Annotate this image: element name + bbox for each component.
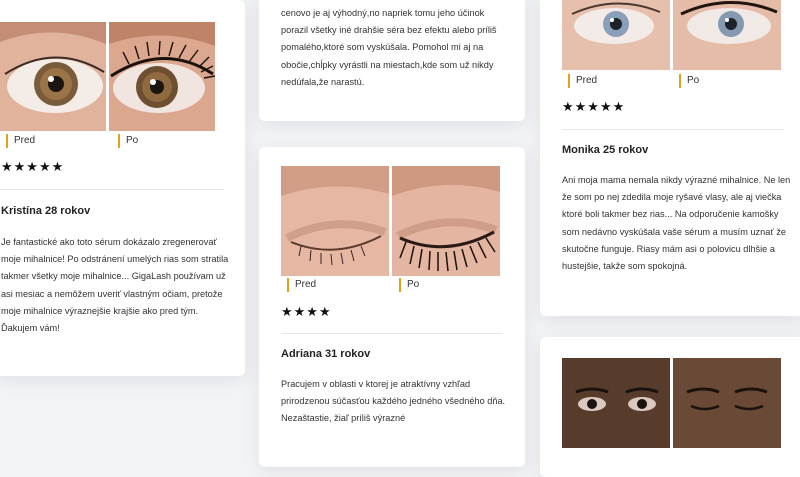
reviewer-name: Adriana 31 rokov: [281, 348, 371, 360]
before-face-photo: [562, 358, 670, 448]
before-eye-photo: [562, 0, 670, 70]
reviewer-name: Kristína 28 rokov: [1, 205, 91, 217]
rating-stars: ★★★★★: [562, 99, 626, 114]
reviewer-name: Monika 25 rokov: [562, 144, 649, 156]
review-text: Pracujem v oblasti v ktorej je atraktívn…: [281, 379, 506, 424]
review-text: cenovo je aj výhodný,no napriek tomu jeh…: [281, 8, 497, 87]
before-eye-photo: [281, 166, 389, 276]
before-after-photos: [281, 166, 500, 276]
review-text: Ani moja mama nemala nikdy výrazné mihal…: [562, 175, 791, 272]
before-label: Pred: [568, 74, 597, 88]
review-card-adriana: Pred Po ★★★★ Adriana 31 rokov Pracujem v…: [259, 147, 525, 467]
after-face-photo: [673, 358, 781, 448]
divider: [281, 333, 503, 334]
after-label: Po: [679, 74, 699, 88]
rating-stars: ★★★★★: [1, 159, 65, 174]
divider: [562, 129, 784, 130]
review-card-monika: Pred Po ★★★★★ Monika 25 rokov Ani moja m…: [540, 0, 800, 316]
before-after-photos: [562, 0, 781, 70]
review-card-partial: [540, 337, 800, 477]
review-text: Je fantastické ako toto sérum dokázalo z…: [1, 237, 229, 334]
before-eye-photo: [0, 22, 106, 131]
after-label: Po: [118, 134, 138, 148]
after-eye-photo: [109, 22, 215, 131]
after-eye-photo: [392, 166, 500, 276]
after-label: Po: [399, 278, 419, 292]
before-label: Pred: [287, 278, 316, 292]
before-after-photos: [562, 358, 781, 448]
before-label: Pred: [6, 134, 35, 148]
before-after-photos: [0, 22, 215, 131]
divider: [0, 189, 224, 190]
rating-stars: ★★★★: [281, 304, 332, 319]
review-card-continuation: cenovo je aj výhodný,no napriek tomu jeh…: [259, 0, 525, 121]
after-eye-photo: [673, 0, 781, 70]
review-card-kristina: Pred Po ★★★★★ Kristína 28 rokov Je fanta…: [0, 0, 245, 376]
